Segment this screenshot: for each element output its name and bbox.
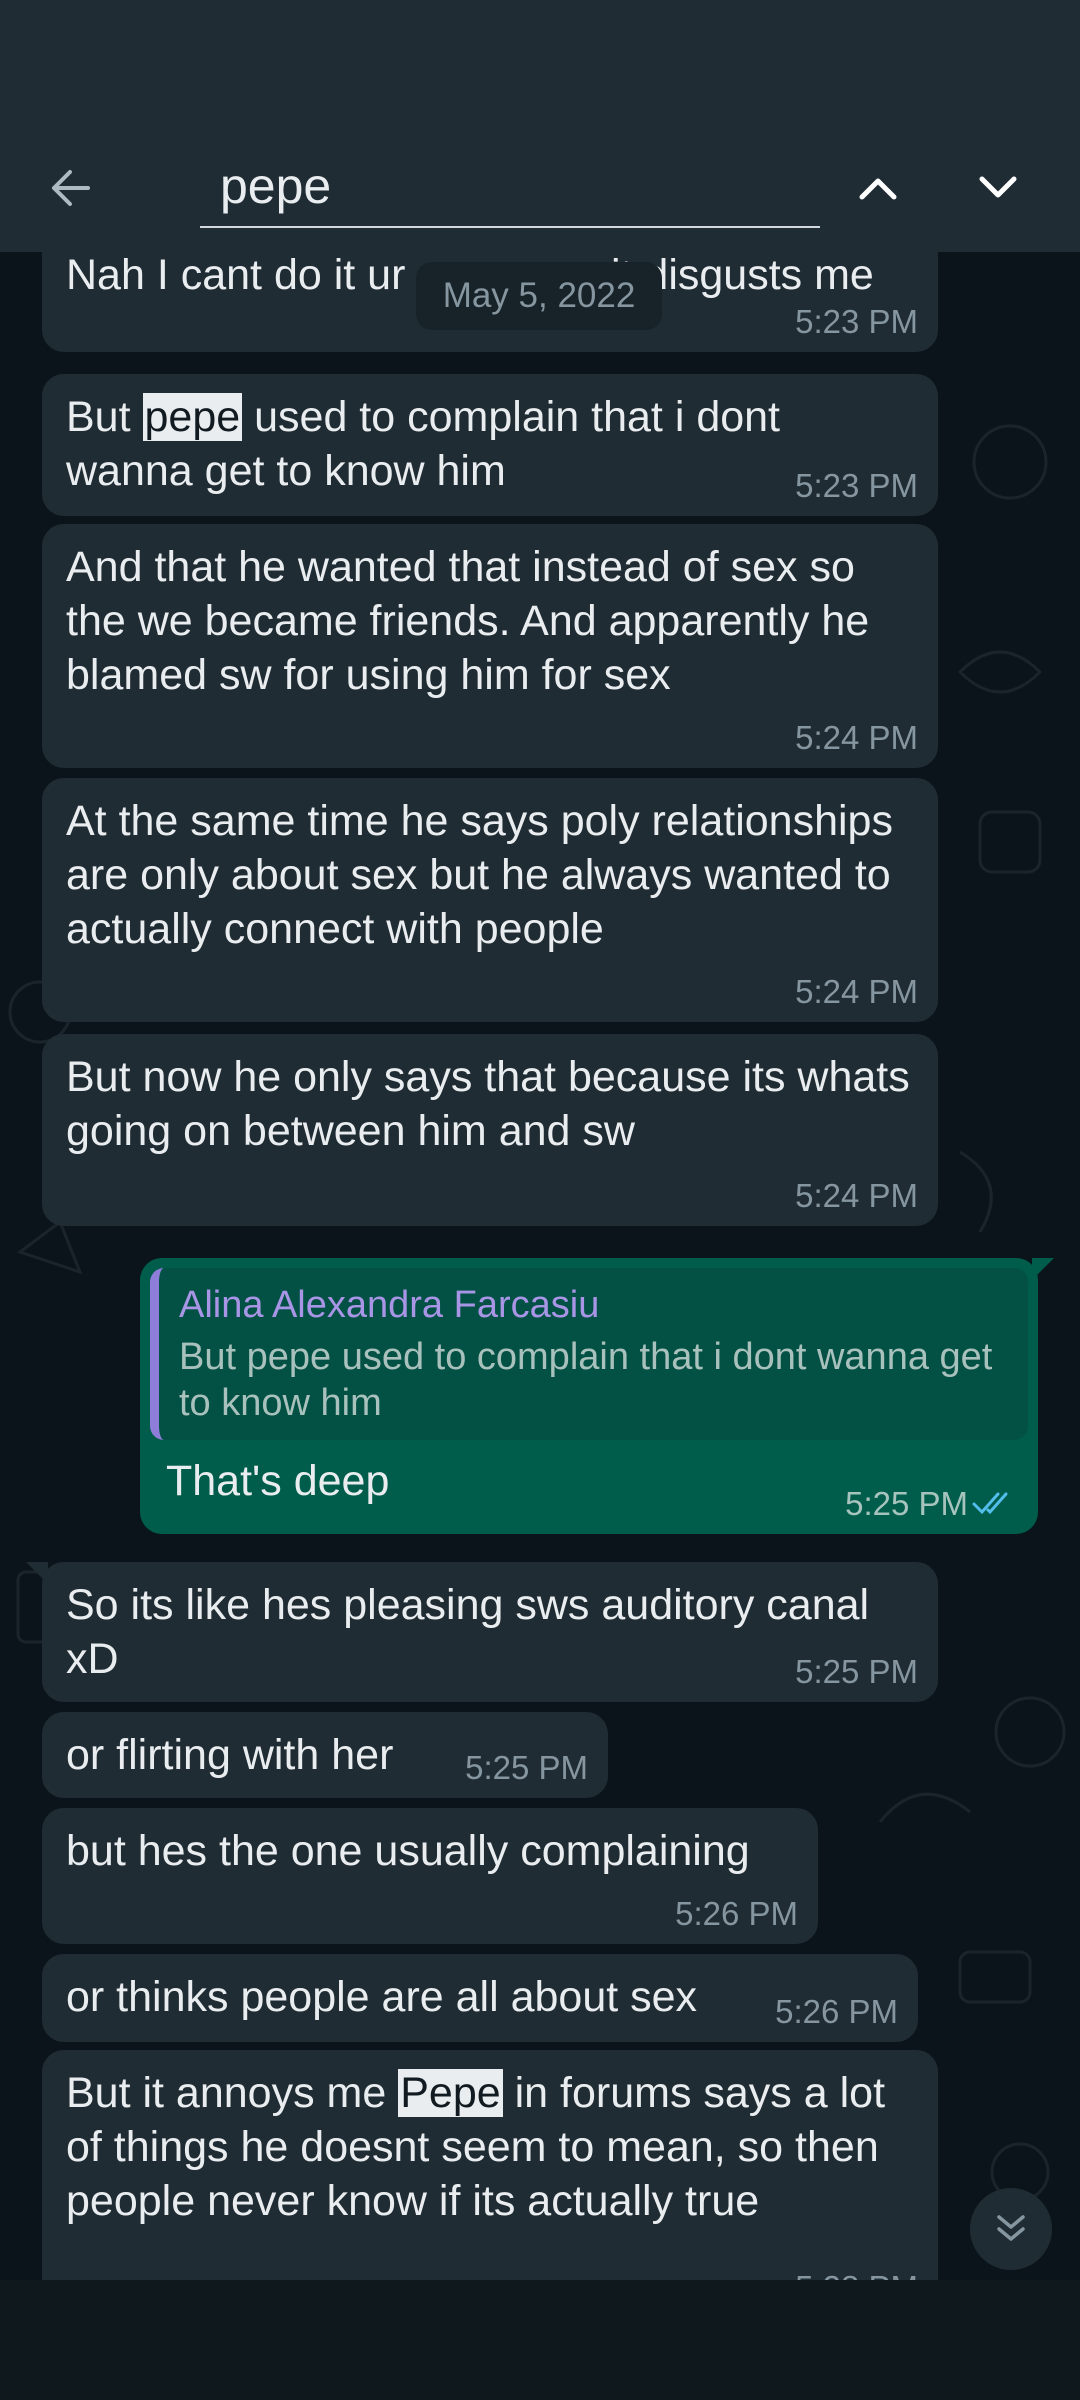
arrow-left-icon — [52, 170, 90, 206]
message-time: 5:25 PM — [465, 1749, 588, 1786]
message-time: 5:24 PM — [795, 973, 918, 1010]
back-button[interactable] — [38, 156, 102, 220]
chevron-down-icon — [979, 176, 1017, 198]
message-time: 5:26 PM — [675, 1895, 798, 1932]
message-incoming[interactable]: But it annoys me Pepe in forums says a l… — [42, 2050, 938, 2280]
message-incoming[interactable]: But pepe used to complain that i dont wa… — [42, 374, 938, 516]
quote-author: Alina Alexandra Farcasiu — [179, 1284, 600, 1326]
message-text: but hes the one usually complaining — [66, 1827, 750, 1875]
message-time: 5:24 PM — [795, 719, 918, 756]
search-input[interactable] — [200, 148, 820, 224]
message-time: 5:26 PM — [775, 1993, 898, 2030]
message-incoming[interactable]: or thinks people are all about sex 5:26 … — [42, 1954, 918, 2042]
scroll-to-bottom-button[interactable] — [970, 2188, 1052, 2270]
search-field[interactable] — [200, 148, 820, 228]
message-text: And that he wanted that instead of sex s… — [66, 543, 870, 699]
message-time: 5:25 PM — [795, 1653, 918, 1690]
message-incoming[interactable]: So its like hes pleasing sws auditory ca… — [26, 1562, 938, 1702]
next-result-button[interactable] — [966, 156, 1030, 220]
message-text: or flirting with her — [66, 1731, 394, 1779]
chevron-up-icon — [859, 178, 897, 200]
message-text: But now he only says that because its wh… — [66, 1053, 910, 1155]
message-time: 5:28 PM — [795, 2268, 918, 2280]
message-incoming[interactable]: or flirting with her 5:25 PM — [42, 1712, 608, 1798]
message-text: At the same time he says poly relationsh… — [66, 797, 893, 953]
chat-area[interactable]: Nah I cant do it ur likes that, it disgu… — [0, 252, 1080, 2280]
previous-result-button[interactable] — [846, 156, 910, 220]
search-highlight: Pepe — [398, 2069, 503, 2117]
message-incoming[interactable]: And that he wanted that instead of sex s… — [42, 524, 938, 768]
message-time: 5:24 PM — [795, 1177, 918, 1214]
message-incoming[interactable]: But now he only says that because its wh… — [42, 1034, 938, 1226]
double-check-icon — [972, 1492, 1008, 1515]
message-time: 5:23 PM — [795, 467, 918, 504]
message-time: 5:23 PM — [795, 303, 918, 340]
date-chip: May 5, 2022 — [416, 262, 662, 330]
navigation-bar — [0, 2280, 1080, 2400]
bubble-tail — [1032, 1258, 1054, 1280]
double-chevron-down-icon — [997, 2215, 1025, 2241]
search-highlight: pepe — [142, 393, 243, 441]
status-bar — [0, 0, 1080, 120]
bubble-tail — [26, 1562, 48, 1584]
quoted-message[interactable]: Alina Alexandra Farcasiu But pepe used t… — [150, 1268, 1028, 1440]
message-time: 5:25 PM — [845, 1485, 968, 1522]
message-text: But it annoys me Pepe in forums says a l… — [66, 2069, 886, 2225]
search-header — [0, 120, 1080, 252]
message-incoming[interactable]: At the same time he says poly relationsh… — [42, 778, 938, 1022]
quote-text: But pepe used to complain that i dont wa… — [179, 1336, 993, 1424]
message-text: or thinks people are all about sex — [66, 1973, 698, 2021]
message-incoming[interactable]: but hes the one usually complaining 5:26… — [42, 1808, 818, 1944]
message-outgoing[interactable]: Alina Alexandra Farcasiu But pepe used t… — [140, 1258, 1054, 1534]
message-text: But pepe used to complain that i dont wa… — [66, 393, 781, 495]
message-text: So its like hes pleasing sws auditory ca… — [66, 1581, 870, 1683]
